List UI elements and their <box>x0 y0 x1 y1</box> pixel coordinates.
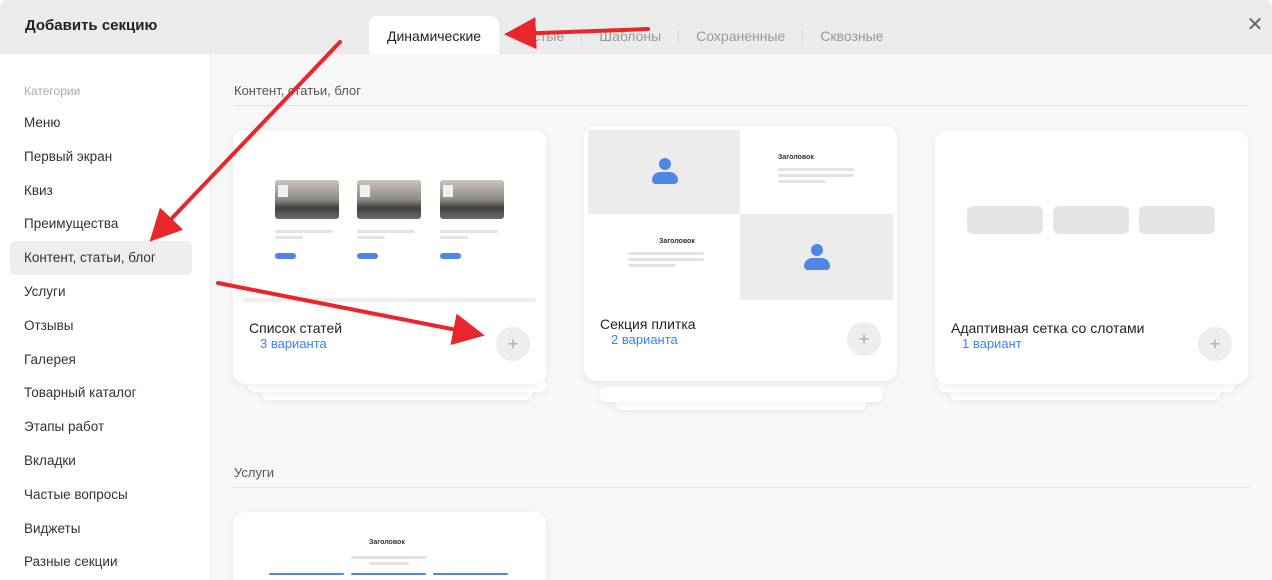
preview-text-line <box>778 180 826 183</box>
modal-title: Добавить секцию <box>25 17 158 34</box>
user-icon <box>652 158 678 186</box>
preview-text-line <box>628 258 704 261</box>
preview-text-line <box>440 230 498 233</box>
tab-global[interactable]: Сквозные <box>803 16 900 54</box>
preview-text-line <box>628 252 704 255</box>
section-divider <box>233 487 1250 488</box>
section-card-article-list[interactable]: Список статей 3 варианта + <box>233 130 546 384</box>
preview-text-line <box>357 230 415 233</box>
grid-slot <box>967 206 1043 234</box>
card-stack-shadow <box>599 386 883 402</box>
sidebar-item-advantages[interactable]: Преимущества <box>10 207 192 241</box>
preview-heading: Заголовок <box>369 539 405 546</box>
sidebar-item-services[interactable]: Услуги <box>10 275 192 309</box>
add-section-button[interactable]: + <box>847 322 881 356</box>
preview-button <box>440 253 461 259</box>
grid-slot <box>1053 206 1129 234</box>
section-title-services: Услуги <box>234 465 274 480</box>
article-thumbnail <box>357 180 421 219</box>
preview-text-line <box>628 264 676 267</box>
sidebar-heading: Категории <box>24 84 81 98</box>
preview-blue-line <box>433 573 508 575</box>
preview-text-line <box>357 236 385 239</box>
sidebar-item-misc[interactable]: Разные секции <box>10 545 192 579</box>
section-divider <box>233 105 1250 106</box>
section-card-services[interactable]: Заголовок <box>233 512 546 580</box>
sidebar-item-first-screen[interactable]: Первый экран <box>10 140 192 174</box>
preview-text-line <box>778 174 854 177</box>
sidebar-item-menu[interactable]: Меню <box>10 106 192 140</box>
preview-heading: Заголовок <box>659 238 695 245</box>
tab-empty[interactable]: Пустые <box>499 16 581 54</box>
section-card-tiles[interactable]: Заголовок Заголовок Секция плитка 2 вари… <box>584 126 897 381</box>
user-icon <box>804 244 830 272</box>
tab-templates[interactable]: Шаблоны <box>582 16 678 54</box>
preview-divider <box>243 298 536 302</box>
sidebar-item-catalog[interactable]: Товарный каталог <box>10 376 192 410</box>
card-name: Адаптивная сетка со слотами <box>951 320 1145 336</box>
add-section-button[interactable]: + <box>1198 327 1232 361</box>
grid-slot <box>1139 206 1215 234</box>
article-thumbnail <box>440 180 504 219</box>
preview-text-line <box>275 230 333 233</box>
section-card-adaptive-grid[interactable]: Адаптивная сетка со слотами 1 вариант + <box>935 130 1248 384</box>
section-catalog: Контент, статьи, блог Список статей 3 ва… <box>210 54 1272 580</box>
sidebar-item-quiz[interactable]: Квиз <box>10 174 192 208</box>
tab-saved[interactable]: Сохраненные <box>679 16 802 54</box>
close-icon[interactable]: ✕ <box>1244 14 1266 36</box>
sidebar-item-faq[interactable]: Частые вопросы <box>10 478 192 512</box>
card-variants[interactable]: 3 варианта <box>260 336 327 351</box>
category-list: Меню Первый экран Квиз Преимущества Конт… <box>10 106 192 579</box>
sidebar-item-gallery[interactable]: Галерея <box>10 343 192 377</box>
preview-text-line <box>778 168 854 171</box>
preview-text-line <box>275 236 303 239</box>
preview-blue-line <box>269 573 344 575</box>
sidebar-item-widgets[interactable]: Виджеты <box>10 512 192 546</box>
card-variants[interactable]: 2 варианта <box>611 332 678 347</box>
preview-button <box>357 253 378 259</box>
sidebar-item-reviews[interactable]: Отзывы <box>10 309 192 343</box>
card-name: Список статей <box>249 320 343 336</box>
tab-bar: Динамические Пустые Шаблоны Сохраненные … <box>369 16 900 54</box>
article-thumbnail <box>275 180 339 219</box>
modal-header: Добавить секцию Динамические Пустые Шабл… <box>0 0 1272 54</box>
preview-blue-line <box>351 573 426 575</box>
preview-heading: Заголовок <box>778 154 814 161</box>
sidebar-item-stages[interactable]: Этапы работ <box>10 410 192 444</box>
preview-text-line <box>440 236 468 239</box>
category-sidebar: Категории Меню Первый экран Квиз Преимущ… <box>0 54 210 580</box>
section-title-content: Контент, статьи, блог <box>234 83 361 98</box>
preview-text-line <box>351 556 427 559</box>
preview-button <box>275 253 296 259</box>
add-section-button[interactable]: + <box>496 327 530 361</box>
card-variants[interactable]: 1 вариант <box>962 336 1022 351</box>
sidebar-item-tabs[interactable]: Вкладки <box>10 444 192 478</box>
tab-dynamic[interactable]: Динамические <box>369 16 500 54</box>
preview-text-line <box>369 562 409 565</box>
card-name: Секция плитка <box>600 316 696 332</box>
sidebar-item-content-blog[interactable]: Контент, статьи, блог <box>10 241 192 275</box>
